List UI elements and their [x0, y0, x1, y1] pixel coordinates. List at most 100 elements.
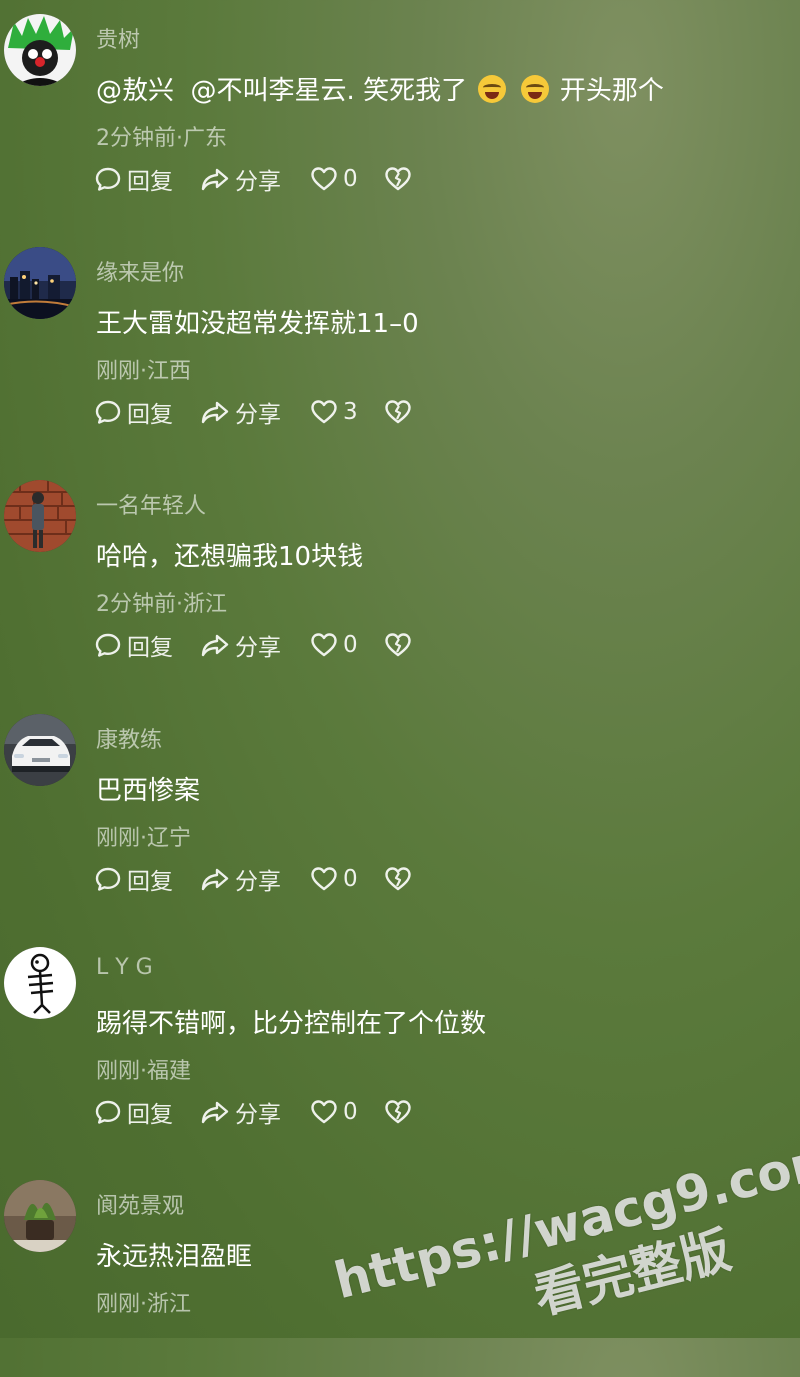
username[interactable]: 康教练 — [96, 722, 162, 754]
heart-icon — [311, 633, 337, 657]
share-arrow-icon — [201, 868, 229, 891]
avatar[interactable] — [4, 247, 76, 319]
reply-label: 回复 — [127, 402, 173, 428]
share-arrow-icon — [201, 401, 229, 424]
like-count: 0 — [343, 632, 358, 658]
potted-plant-icon — [4, 1180, 76, 1252]
share-label: 分享 — [235, 635, 281, 661]
heart-icon — [311, 1100, 337, 1124]
like-count: 0 — [343, 166, 358, 192]
comment-item: 贵树 @敖兴 @不叫李星云. 笑死我了 开头那个 2分钟前·广东 回复 分享 0 — [0, 0, 800, 233]
like-button[interactable]: 0 — [310, 631, 384, 659]
share-button[interactable]: 分享 — [200, 395, 310, 429]
fish-skeleton-icon — [4, 947, 76, 1019]
comment-item: 缘来是你 王大雷如没超常发挥就11–0 刚刚·江西 回复 分享 3 — [0, 233, 800, 466]
comment-text: @敖兴 @不叫李星云. 笑死我了 开头那个 — [96, 70, 664, 107]
share-button[interactable]: 分享 — [200, 162, 310, 196]
username[interactable]: L Y G — [96, 955, 153, 980]
comment-item: 康教练 巴西惨案 刚刚·辽宁 回复 分享 0 — [0, 700, 800, 933]
reply-button[interactable]: 回复 — [94, 395, 200, 429]
avatar[interactable] — [4, 947, 76, 1019]
dislike-button[interactable] — [384, 631, 412, 659]
mention-link[interactable]: @敖兴 — [96, 76, 174, 106]
share-arrow-icon — [201, 634, 229, 657]
reply-label: 回复 — [127, 1102, 173, 1128]
reply-button[interactable]: 回复 — [94, 862, 200, 896]
avatar[interactable] — [4, 14, 76, 86]
comment-actions: 回复 分享 0 — [94, 1095, 412, 1129]
reply-button[interactable]: 回复 — [94, 1095, 200, 1129]
comment-meta: 刚刚·辽宁 — [96, 826, 191, 851]
like-button[interactable]: 3 — [310, 398, 384, 426]
comment-meta: 2分钟前·广东 — [96, 126, 227, 151]
reply-label: 回复 — [127, 635, 173, 661]
dislike-button[interactable] — [384, 1098, 412, 1126]
comment-text: 永远热泪盈眶 — [96, 1242, 253, 1272]
comment-item: 一名年轻人 哈哈，还想骗我10块钱 2分钟前·浙江 回复 分享 0 — [0, 466, 800, 699]
username[interactable]: 阆苑景观 — [96, 1188, 184, 1220]
brick-wall-figure-icon — [4, 480, 76, 552]
dislike-button[interactable] — [384, 865, 412, 893]
broken-heart-icon — [385, 167, 411, 191]
share-label: 分享 — [235, 169, 281, 195]
broken-heart-icon — [385, 633, 411, 657]
heart-icon — [311, 867, 337, 891]
reply-label: 回复 — [127, 869, 173, 895]
avatar[interactable] — [4, 1180, 76, 1252]
username[interactable]: 一名年轻人 — [96, 488, 206, 520]
avatar[interactable] — [4, 480, 76, 552]
speech-bubble-icon — [95, 1100, 121, 1124]
username[interactable]: 贵树 — [96, 22, 140, 54]
heart-icon — [311, 167, 337, 191]
comment-item: 阆苑景观 永远热泪盈眶 刚刚·浙江 — [0, 1166, 800, 1338]
comment-text-middle: 笑死我了 — [363, 76, 468, 106]
comment-text-end: 开头那个 — [559, 76, 664, 106]
comment-text: 王大雷如没超常发挥就11–0 — [96, 309, 419, 339]
green-hair-cartoon-icon — [4, 14, 76, 86]
like-count: 0 — [343, 1099, 358, 1125]
comment-meta: 2分钟前·浙江 — [96, 592, 227, 617]
share-button[interactable]: 分享 — [200, 862, 310, 896]
broken-heart-icon — [385, 867, 411, 891]
share-arrow-icon — [201, 1101, 229, 1124]
comment-meta: 刚刚·福建 — [96, 1059, 191, 1084]
speech-bubble-icon — [95, 167, 121, 191]
dislike-button[interactable] — [384, 165, 412, 193]
share-arrow-icon — [201, 168, 229, 191]
crying-laughing-emoji-icon — [478, 75, 507, 103]
comment-item: L Y G 踢得不错啊，比分控制在了个位数 刚刚·福建 回复 分享 0 — [0, 933, 800, 1166]
share-button[interactable]: 分享 — [200, 1095, 310, 1129]
like-button[interactable]: 0 — [310, 1098, 384, 1126]
white-car-icon — [4, 714, 76, 786]
share-button[interactable]: 分享 — [200, 628, 310, 662]
comment-actions: 回复 分享 3 — [94, 395, 412, 429]
username[interactable]: 缘来是你 — [96, 255, 184, 287]
mention-link[interactable]: @不叫李星云. — [191, 76, 355, 106]
speech-bubble-icon — [95, 867, 121, 891]
comment-text: 哈哈，还想骗我10块钱 — [96, 542, 364, 572]
broken-heart-icon — [385, 1100, 411, 1124]
like-button[interactable]: 0 — [310, 865, 384, 893]
broken-heart-icon — [385, 400, 411, 424]
like-button[interactable]: 0 — [310, 165, 384, 193]
dislike-button[interactable] — [384, 398, 412, 426]
comment-actions: 回复 分享 0 — [94, 162, 412, 196]
share-label: 分享 — [235, 402, 281, 428]
speech-bubble-icon — [95, 633, 121, 657]
speech-bubble-icon — [95, 400, 121, 424]
comment-text: 踢得不错啊，比分控制在了个位数 — [96, 1009, 487, 1039]
night-city-icon — [4, 247, 76, 319]
comment-actions: 回复 分享 0 — [94, 862, 412, 896]
like-count: 0 — [343, 866, 358, 892]
comment-text: 巴西惨案 — [96, 776, 201, 806]
heart-icon — [311, 400, 337, 424]
crying-laughing-emoji-icon — [520, 75, 549, 103]
comment-meta: 刚刚·江西 — [96, 359, 191, 384]
comment-actions: 回复 分享 0 — [94, 628, 412, 662]
share-label: 分享 — [235, 1102, 281, 1128]
avatar[interactable] — [4, 714, 76, 786]
like-count: 3 — [343, 399, 358, 425]
share-label: 分享 — [235, 869, 281, 895]
reply-button[interactable]: 回复 — [94, 628, 200, 662]
reply-button[interactable]: 回复 — [94, 162, 200, 196]
